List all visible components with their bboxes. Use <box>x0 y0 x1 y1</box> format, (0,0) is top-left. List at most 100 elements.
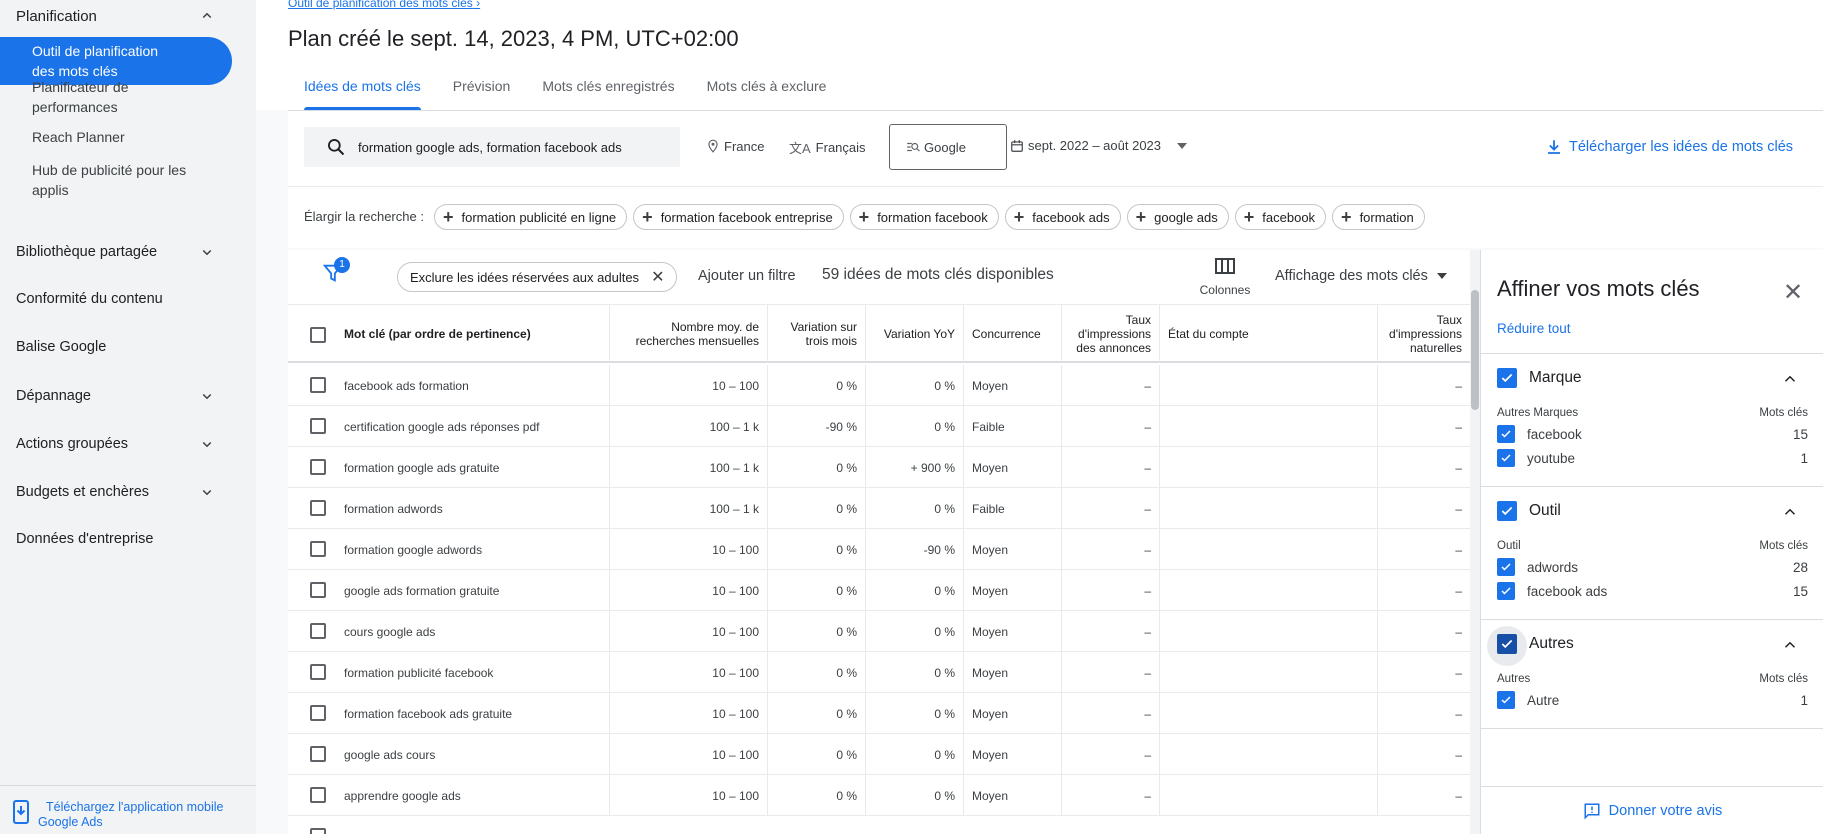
tab-keyword-ideas[interactable]: Idées de mots clés <box>288 78 437 110</box>
sidebar-item-budgets-bids[interactable]: Budgets et enchères <box>16 483 216 501</box>
broaden-chip[interactable]: + google ads <box>1126 204 1229 230</box>
section-header[interactable]: Marque <box>1497 368 1582 388</box>
download-label: Télécharger les idées de mots clés <box>1569 139 1794 155</box>
search-input[interactable]: formation google ads, formation facebook… <box>304 127 680 167</box>
option-count: 1 <box>1800 692 1808 708</box>
language-label: Français <box>815 140 866 155</box>
checkbox-checked-icon[interactable] <box>1497 449 1515 467</box>
row-checkbox[interactable] <box>310 828 326 834</box>
sidebar-item-content-compliance[interactable]: Conformité du contenu <box>16 291 216 307</box>
refine-option[interactable]: youtube 1 <box>1497 449 1808 467</box>
broaden-chip[interactable]: + facebook <box>1234 204 1327 230</box>
close-icon[interactable]: ✕ <box>651 267 664 287</box>
sidebar-item-performance-planner[interactable]: Planificateur de performances <box>32 77 129 117</box>
keyword-view-selector[interactable]: Affichage des mots clés <box>1275 268 1448 284</box>
col-ad-impression-share[interactable]: Taux d'impressions des annonces <box>1062 305 1160 362</box>
chevron-down-icon <box>202 249 212 256</box>
refine-option[interactable]: adwords 28 <box>1497 558 1808 576</box>
col-organic-impression-share[interactable]: Taux d'impressions naturelles <box>1378 305 1470 362</box>
checkbox-checked-icon[interactable] <box>1497 691 1515 709</box>
sidebar-item-app-hub[interactable]: Hub de publicité pour les applis <box>32 160 186 200</box>
table-row[interactable]: cours google ads 10 – 100 0 % 0 % Moyen – – <box>288 611 1470 652</box>
chevron-up-icon[interactable] <box>1781 503 1799 521</box>
tab-forecast[interactable]: Prévision <box>437 78 527 110</box>
table-row[interactable]: google ads cours 10 – 100 0 % 0 % Moyen – – <box>288 734 1470 775</box>
col-label: recherches mensuelles <box>635 333 759 348</box>
refine-option[interactable]: Autre 1 <box>1497 691 1808 709</box>
section-header[interactable]: Autres <box>1497 634 1574 654</box>
cell-avg: 10 – 100 <box>610 365 768 406</box>
sidebar-item-shared-library[interactable]: Bibliothèque partagée <box>16 243 216 261</box>
sidebar-section-planification[interactable]: Planification <box>16 5 216 27</box>
table-row[interactable]: formation adwords 100 – 1 k0 % 0 % Faible – – <box>288 488 1470 529</box>
search-icon <box>328 139 345 156</box>
add-filter-button[interactable]: Ajouter un filtre <box>698 268 796 284</box>
tab-saved-keywords[interactable]: Mots clés enregistrés <box>526 78 690 110</box>
download-ideas-button[interactable]: Télécharger les idées de mots clés <box>1545 138 1793 156</box>
checkbox-checked-icon[interactable] <box>1497 501 1517 521</box>
collapse-all-link[interactable]: Réduire tout <box>1497 321 1571 336</box>
checkbox-checked-icon[interactable] <box>1497 634 1517 654</box>
close-icon[interactable]: ✕ <box>1783 278 1803 307</box>
checkbox-checked-icon[interactable] <box>1497 582 1515 600</box>
checkbox-checked-icon[interactable] <box>1497 425 1515 443</box>
columns-button[interactable]: Colonnes <box>1190 258 1260 297</box>
date-range-selector[interactable]: sept. 2022 – août 2023 <box>1010 138 1189 153</box>
refine-option[interactable]: facebook ads 15 <box>1497 582 1808 600</box>
sidebar-item-label: Planificateur de <box>32 79 129 95</box>
section-header[interactable]: Outil <box>1497 501 1561 521</box>
broaden-chip[interactable]: + formation <box>1332 204 1425 230</box>
checkbox-checked-icon[interactable] <box>1497 368 1517 388</box>
col-keyword[interactable]: Mot clé (par ordre de pertinence) <box>288 305 610 362</box>
table-scrollbar[interactable] <box>1470 250 1480 834</box>
search-engine-selector[interactable]: Google <box>889 124 1007 170</box>
tab-negative-keywords[interactable]: Mots clés à exclure <box>691 78 843 110</box>
cell-imp: – <box>1062 488 1160 529</box>
col-account-status[interactable]: État du compte <box>1160 305 1378 362</box>
cell-yoy: 0 % <box>866 775 964 816</box>
feedback-button[interactable]: Donner votre avis <box>1481 786 1823 834</box>
chevron-up-icon[interactable] <box>1781 636 1799 654</box>
col-three-month[interactable]: Variation sur trois mois <box>768 305 866 362</box>
breadcrumb[interactable]: Outil de planification des mots clés › <box>288 0 480 10</box>
scrollbar-thumb[interactable] <box>1471 290 1479 410</box>
tab-bar: Idées de mots clés Prévision Mots clés e… <box>288 78 842 110</box>
table-row[interactable]: formation publicité facebook 10 – 100 0 % 0… <box>288 652 1470 693</box>
col-competition[interactable]: Concurrence <box>964 305 1062 362</box>
table-row[interactable] <box>288 816 1470 834</box>
broaden-chip[interactable]: + facebook ads <box>1004 204 1121 230</box>
location-selector[interactable]: France <box>706 138 764 154</box>
cell-imp: – <box>1062 652 1160 693</box>
feedback-label: Donner votre avis <box>1608 802 1723 819</box>
chevron-up-icon[interactable] <box>1781 370 1799 388</box>
table-row[interactable]: formation google ads gratuite 100 – 1 k0 … <box>288 447 1470 488</box>
sidebar-item-keyword-planner[interactable]: Outil de planification des mots clés <box>32 41 158 81</box>
broaden-chip[interactable]: + formation facebook entreprise <box>633 204 844 230</box>
sidebar-item-google-tag[interactable]: Balise Google <box>16 339 216 355</box>
sidebar-item-label: Hub de publicité pour les <box>32 162 187 178</box>
cell-yoy: 0 % <box>866 365 964 406</box>
cell-imp: – <box>1062 734 1160 775</box>
broaden-chip[interactable]: + formation publicité en ligne <box>434 204 628 230</box>
col-yoy[interactable]: Variation YoY <box>866 305 964 362</box>
checkbox-checked-icon[interactable] <box>1497 558 1515 576</box>
table-row[interactable]: certification google ads réponses pdf 100… <box>288 406 1470 447</box>
col-avg-searches[interactable]: Nombre moy. de recherches mensuelles <box>610 305 768 362</box>
adult-filter-chip[interactable]: Exclure les idées réservées aux adultes … <box>397 262 678 292</box>
refine-option[interactable]: facebook 15 <box>1497 425 1808 443</box>
sidebar-item-bulk-actions[interactable]: Actions groupées <box>16 435 216 453</box>
table-row[interactable]: google ads formation gratuite 10 – 100 0 %… <box>288 570 1470 611</box>
sidebar-item-troubleshooting[interactable]: Dépannage <box>16 387 216 405</box>
chevron-down-icon <box>202 441 212 448</box>
table-row[interactable]: formation facebook ads gratuite 10 – 100 0… <box>288 693 1470 734</box>
cell-comp: Moyen <box>964 775 1062 816</box>
table-row[interactable]: facebook ads formation 10 – 100 0 % 0 % Moye… <box>288 365 1470 406</box>
sidebar-item-reach-planner[interactable]: Reach Planner <box>32 127 125 147</box>
language-selector[interactable]: 文A Français <box>789 138 866 157</box>
plus-icon: + <box>1013 207 1025 227</box>
sidebar-item-business-data[interactable]: Données d'entreprise <box>16 531 216 547</box>
table-row[interactable]: apprendre google ads 10 – 100 0 % 0 % Moyen –… <box>288 775 1470 816</box>
broaden-chip[interactable]: + formation facebook <box>849 204 999 230</box>
mobile-app-link[interactable]: Téléchargez l'application mobile Google A… <box>0 785 256 834</box>
table-row[interactable]: formation google adwords 10 – 100 0 % -90 %… <box>288 529 1470 570</box>
